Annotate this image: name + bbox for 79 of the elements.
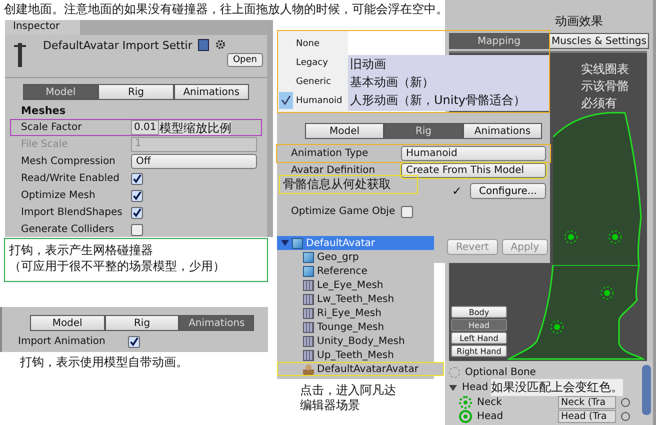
tab[interactable]: Animations: [179, 315, 254, 331]
bone-field[interactable]: Neck (Tra: [558, 396, 616, 408]
body-part-button[interactable]: Body: [451, 306, 507, 318]
section-heading: Meshes: [20, 104, 67, 119]
annotation-text: 骨骼信息从何处获取: [279, 175, 418, 194]
field-label: Avatar Definition: [291, 165, 376, 176]
tab[interactable]: Mapping: [449, 33, 549, 49]
panel-title: 动画效果: [554, 13, 604, 30]
field-label: Animation Type: [291, 148, 370, 159]
tab[interactable]: Animations: [174, 84, 249, 100]
help-icon[interactable]: [198, 39, 210, 51]
tree-item[interactable]: Tounge_Mesh: [277, 320, 434, 334]
checkbox[interactable]: [131, 190, 143, 202]
menu-item[interactable]: Legacy: [278, 53, 348, 72]
checkbox[interactable]: [131, 206, 143, 218]
check-mark: ✓: [452, 184, 462, 198]
body-part-button[interactable]: Head: [451, 319, 507, 331]
menu-item[interactable]: Humanoid: [278, 91, 348, 110]
checkbox-label: Import Animation: [18, 336, 106, 347]
checkbox-label: Read/Write Enabled: [21, 173, 120, 184]
dropdown[interactable]: Create From This Model: [401, 163, 546, 178]
checkbox-label: Generate Colliders: [21, 224, 116, 235]
annotation-text: 打钩，表示产生网格碰撞器 （可应用于很不平整的场景模型，少用）: [4, 238, 268, 282]
group-label: Head: [462, 382, 488, 393]
checkbox-label: Import BlendShapes: [21, 207, 124, 218]
checkbox[interactable]: [401, 206, 413, 218]
scrollbar[interactable]: [642, 365, 651, 415]
caption-text: 打钩，表示使用模型自带动画。: [20, 355, 188, 370]
annotation-text: 旧动画 基本动画（新） 人形动画（新，Unity骨骼适合）: [348, 55, 549, 111]
check-icon: [279, 92, 293, 109]
checkbox-label: Optimize Mesh: [21, 190, 96, 201]
tab[interactable]: Animations: [463, 123, 542, 139]
tab[interactable]: Model: [23, 84, 98, 100]
tree-item[interactable]: Reference: [277, 264, 434, 278]
checkbox-label: Optimize Game Obje: [291, 206, 396, 217]
tree-item[interactable]: Up_Teeth_Mesh: [277, 348, 434, 362]
checkbox[interactable]: [131, 224, 143, 236]
tab[interactable]: Muscles & Settings: [549, 33, 649, 49]
window-tab[interactable]: Inspector: [5, 20, 80, 35]
caption-text: 点击，进入阿凡达 编辑器场景: [300, 383, 396, 413]
body-part-button[interactable]: Left Hand: [451, 332, 507, 344]
tree-item[interactable]: Unity_Body_Mesh: [277, 334, 434, 348]
tree-item[interactable]: Le_Eye_Mesh: [277, 278, 434, 292]
tab[interactable]: Rig: [98, 84, 174, 100]
bone-field[interactable]: Head (Tra: [558, 410, 616, 422]
settings-icon[interactable]: [215, 39, 226, 50]
annotation-text: 实线圈表 示该骨骼 必须有: [581, 61, 629, 112]
inspector-title: DefaultAvatar Import Settir: [43, 39, 192, 52]
expand-arrow-icon[interactable]: [281, 239, 289, 247]
field-label: Scale Factor: [21, 122, 83, 133]
checkbox[interactable]: [131, 172, 143, 184]
bone-label: Head: [477, 410, 504, 422]
tree-item[interactable]: DefaultAvatarAvatar: [277, 362, 444, 376]
optional-bone-icon: [449, 367, 460, 378]
dropdown[interactable]: Humanoid: [401, 146, 546, 161]
tab[interactable]: Rig: [104, 315, 180, 331]
tab[interactable]: Model: [305, 123, 384, 139]
dropdown[interactable]: Off: [131, 154, 257, 169]
annotation-text: 如果没匹配上会变红色。: [491, 379, 624, 396]
tab[interactable]: Model: [30, 315, 105, 331]
menu-item[interactable]: Generic: [278, 72, 348, 91]
tree-item[interactable]: Geo_grp: [277, 250, 434, 264]
tree-item[interactable]: Ri_Eye_Mesh: [277, 306, 434, 320]
menu-item[interactable]: None: [278, 34, 348, 53]
tab[interactable]: Rig: [384, 123, 463, 139]
expand-arrow-icon[interactable]: [449, 384, 457, 392]
annotation-text: 模型缩放比例: [159, 120, 232, 134]
field-label: File Scale: [21, 139, 69, 150]
tree-item[interactable]: DefaultAvatar: [277, 236, 434, 250]
caption-text: 创建地面。注意地面的如果没有碰撞器，往上面拖放人物的时候，可能会浮在空中。: [4, 2, 448, 17]
tree-item[interactable]: Lw_Teeth_Mesh: [277, 292, 434, 306]
field-label: Mesh Compression: [21, 156, 116, 167]
body-part-button[interactable]: Right Hand: [451, 345, 507, 357]
checkbox[interactable]: [128, 336, 140, 348]
legend-label: Optional Bone: [465, 367, 536, 378]
bone-label: Neck: [477, 396, 503, 408]
open-button[interactable]: Open: [226, 53, 263, 67]
configure-button[interactable]: Configure...: [470, 183, 546, 199]
number-field[interactable]: 0.01: [131, 120, 160, 135]
